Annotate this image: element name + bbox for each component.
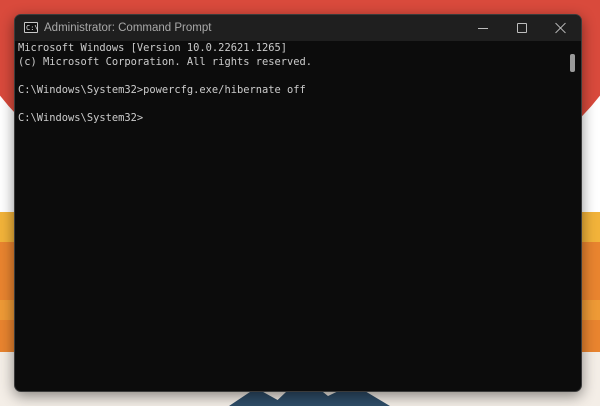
console-line: C:\Windows\System32>powercfg.exe/hiberna… [18,84,306,96]
vertical-scrollbar[interactable] [568,43,578,387]
console-prompt-line[interactable]: C:\Windows\System32> [18,111,564,125]
command-prompt-window: C:\ Administrator: Command Prompt Micros… [14,14,582,392]
scrollbar-thumb[interactable] [570,54,575,72]
minimize-button[interactable] [463,15,503,41]
command-prompt-icon[interactable]: C:\ [24,22,39,33]
close-button[interactable] [541,15,581,41]
title-bar[interactable]: C:\ Administrator: Command Prompt [15,15,581,41]
minimize-icon [478,28,488,29]
maximize-button[interactable] [502,15,542,41]
console-line: (c) Microsoft Corporation. All rights re… [18,56,313,68]
console-line: Microsoft Windows [Version 10.0.22621.12… [18,42,287,54]
desktop: C:\ Administrator: Command Prompt Micros… [0,0,600,406]
window-title: Administrator: Command Prompt [44,22,212,34]
close-icon [555,22,566,33]
maximize-icon [517,23,527,33]
console-output[interactable]: Microsoft Windows [Version 10.0.22621.12… [18,41,564,387]
